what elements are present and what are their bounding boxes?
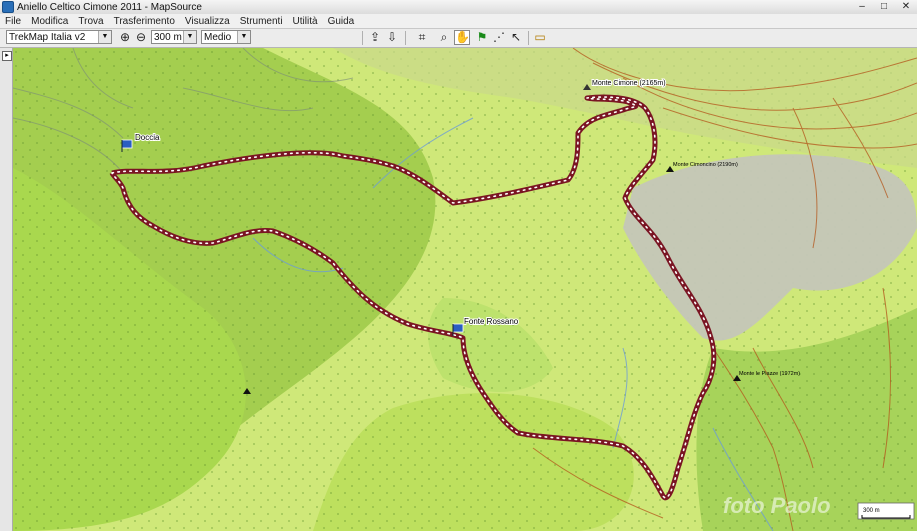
select-icon[interactable]: ⌗ [414,30,430,45]
zoom-scale-value: 300 m [154,32,182,43]
chevron-down-icon: ▼ [237,31,250,43]
maximize-button[interactable]: □ [875,0,893,13]
minimize-button[interactable]: – [853,0,871,13]
sidebar-collapsed: ▸ [0,48,13,531]
menu-trova[interactable]: Trova [73,16,108,27]
waypoint-flag-icon[interactable]: ⚑ [474,30,490,45]
menu-bar: File Modifica Trova Trasferimento Visual… [0,14,917,29]
summit-label: Monte le Piazze (1972m) [739,371,800,377]
menu-file[interactable]: File [0,16,26,27]
window-controls: – □ ✕ [853,0,915,13]
title-bar: Aniello Celtico Cimone 2011 - MapSource … [0,0,917,14]
map-view[interactable]: Doccia Fonte Rossano Monte Cimone (2165m… [13,48,917,531]
send-to-device-icon[interactable]: ⇪ [367,30,383,45]
menu-strumenti[interactable]: Strumenti [235,16,288,27]
summit-label: Monte Cimoncino (2190m) [673,162,738,168]
track-pointer-icon[interactable]: ↖ [508,30,524,45]
detail-select[interactable]: Medio ▼ [201,30,251,44]
toolbar-separator [362,31,363,45]
map-product-select[interactable]: TrekMap Italia v2 ▼ [6,30,112,44]
menu-trasferimento[interactable]: Trasferimento [109,16,180,27]
close-button[interactable]: ✕ [897,0,915,13]
measure-icon[interactable]: ▭ [532,30,548,45]
scale-label: 300 m [863,508,880,514]
toolbar: TrekMap Italia v2 ▼ ⊕ ⊖ 300 m ▼ Medio ▼ … [0,29,917,48]
route-tool-icon[interactable]: ⋰ [491,30,507,45]
detail-value: Medio [204,32,232,43]
toolbar-separator [405,31,406,45]
app-icon [2,1,14,13]
waypoint-label: Doccia [135,133,160,142]
menu-visualizza[interactable]: Visualizza [180,16,235,27]
expand-sidebar-button[interactable]: ▸ [2,51,12,61]
menu-guida[interactable]: Guida [323,16,360,27]
menu-utilita[interactable]: Utilità [288,16,323,27]
summit-label: Monte Cimone (2165m) [592,80,666,87]
window-title: Aniello Celtico Cimone 2011 - MapSource [17,1,202,13]
zoom-scale-select[interactable]: 300 m ▼ [151,30,197,44]
topo-map[interactable]: Doccia Fonte Rossano Monte Cimone (2165m… [13,48,917,531]
zoom-tool-icon[interactable]: ⌕ [436,30,452,45]
waypoint-label: Fonte Rossano [464,317,519,326]
chevron-down-icon: ▼ [183,31,196,43]
receive-from-device-icon[interactable]: ⇩ [384,30,400,45]
zoom-out-icon[interactable]: ⊖ [133,30,149,45]
zoom-in-icon[interactable]: ⊕ [117,30,133,45]
chevron-down-icon: ▼ [98,31,111,43]
watermark: foto Paolo [723,493,831,518]
menu-modifica[interactable]: Modifica [26,16,73,27]
map-product-value: TrekMap Italia v2 [9,32,86,43]
scale-bar: 300 m [857,502,915,520]
hand-icon[interactable]: ✋ [454,30,470,45]
toolbar-separator [528,31,529,45]
